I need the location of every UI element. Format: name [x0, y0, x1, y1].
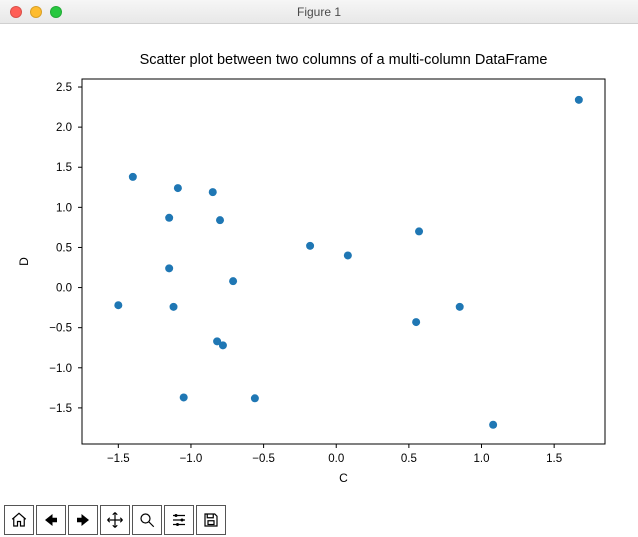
scatter-chart: Scatter plot between two columns of a mu… — [0, 24, 638, 503]
forward-icon — [74, 511, 92, 529]
close-icon[interactable] — [10, 6, 22, 18]
home-icon — [10, 511, 28, 529]
scatter-point — [165, 264, 173, 272]
back-icon — [42, 511, 60, 529]
scatter-point — [229, 277, 237, 285]
x-tick-label: 0.5 — [401, 453, 417, 465]
save-button[interactable] — [196, 505, 226, 535]
y-tick-label: 1.5 — [56, 162, 72, 174]
y-tick-label: −1.0 — [49, 363, 72, 375]
scatter-point — [165, 214, 173, 222]
scatter-point — [174, 184, 182, 192]
sliders-icon — [170, 511, 188, 529]
y-tick-label: 0.0 — [56, 283, 72, 295]
home-button[interactable] — [4, 505, 34, 535]
pan-button[interactable] — [100, 505, 130, 535]
scatter-point — [489, 421, 497, 429]
y-tick-label: 0.5 — [56, 242, 72, 254]
x-tick-label: 0.0 — [328, 453, 344, 465]
titlebar: Figure 1 — [0, 0, 638, 24]
y-tick-label: −1.5 — [49, 403, 72, 415]
chart-title: Scatter plot between two columns of a mu… — [140, 52, 548, 68]
y-tick-label: 2.5 — [56, 82, 72, 94]
scatter-point — [251, 394, 259, 402]
minimize-icon[interactable] — [30, 6, 42, 18]
y-tick-label: −0.5 — [49, 323, 72, 335]
scatter-point — [219, 341, 227, 349]
matplotlib-toolbar — [0, 503, 638, 537]
scatter-point — [209, 188, 217, 196]
x-axis-label: C — [339, 471, 348, 485]
save-icon — [202, 511, 220, 529]
x-tick-label: 1.5 — [546, 453, 562, 465]
scatter-point — [306, 242, 314, 250]
scatter-point — [344, 251, 352, 259]
forward-button[interactable] — [68, 505, 98, 535]
scatter-point — [180, 393, 188, 401]
scatter-point — [170, 303, 178, 311]
maximize-icon[interactable] — [50, 6, 62, 18]
x-tick-label: −1.5 — [107, 453, 130, 465]
zoom-button[interactable] — [132, 505, 162, 535]
back-button[interactable] — [36, 505, 66, 535]
y-tick-label: 1.0 — [56, 202, 72, 214]
scatter-point — [216, 216, 224, 224]
scatter-point — [114, 301, 122, 309]
move-icon — [106, 511, 124, 529]
x-tick-label: −1.0 — [180, 453, 203, 465]
scatter-point — [575, 96, 583, 104]
scatter-point — [456, 303, 464, 311]
plot-area: Scatter plot between two columns of a mu… — [0, 24, 638, 503]
scatter-point — [412, 318, 420, 326]
figure-window: Figure 1 Scatter plot between two column… — [0, 0, 638, 537]
scatter-point — [415, 227, 423, 235]
window-controls — [0, 6, 62, 18]
configure-button[interactable] — [164, 505, 194, 535]
x-tick-label: 1.0 — [474, 453, 490, 465]
y-tick-label: 2.0 — [56, 122, 72, 134]
magnifier-icon — [138, 511, 156, 529]
y-axis-label: D — [17, 257, 31, 266]
x-tick-label: −0.5 — [252, 453, 275, 465]
window-title: Figure 1 — [0, 5, 638, 19]
scatter-point — [129, 173, 137, 181]
